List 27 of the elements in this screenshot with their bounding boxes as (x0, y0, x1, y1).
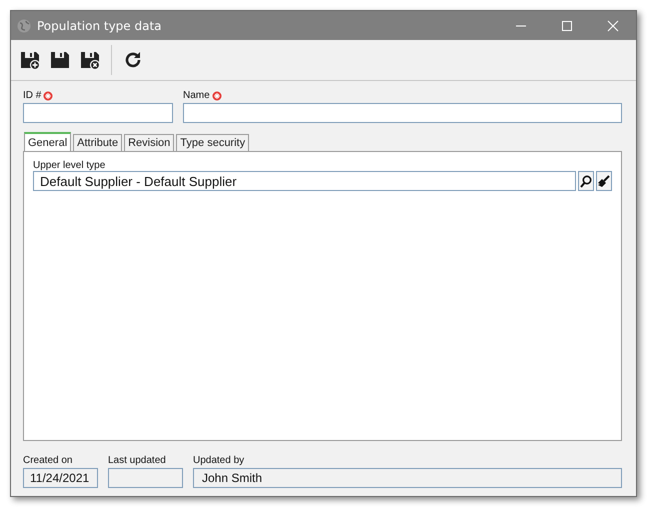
read-only-field[interactable] (108, 468, 183, 488)
lookup-field[interactable]: Default Supplier - Default Supplier (33, 171, 576, 191)
field-label: Upper level type (33, 160, 106, 171)
read-only-field[interactable]: 11/24/2021 (23, 468, 98, 488)
save-new-button[interactable] (19, 49, 41, 71)
save-close-button[interactable] (79, 49, 101, 71)
read-only-field[interactable]: John Smith (193, 468, 622, 488)
field-label: Last updated (108, 455, 167, 466)
field-label: ID # (23, 90, 42, 101)
text-field[interactable] (183, 103, 622, 123)
tab[interactable]: Revision (124, 134, 174, 151)
clear-button[interactable] (596, 171, 612, 191)
field-label: Updated by (193, 455, 246, 466)
field-label: Created on (23, 455, 74, 466)
globe-icon (17, 18, 31, 32)
maximize-icon (561, 20, 573, 32)
tab[interactable]: Attribute (73, 134, 122, 151)
close-icon (607, 20, 619, 32)
tab[interactable]: General (24, 132, 72, 151)
window-title: Population type data (37, 18, 163, 32)
text-field[interactable] (23, 103, 173, 123)
field-label: Name (183, 90, 210, 101)
required-icon (43, 90, 54, 100)
tab[interactable]: Type security (176, 134, 250, 151)
search-button[interactable] (578, 171, 594, 191)
save-button[interactable] (49, 49, 71, 71)
required-icon (212, 90, 222, 100)
